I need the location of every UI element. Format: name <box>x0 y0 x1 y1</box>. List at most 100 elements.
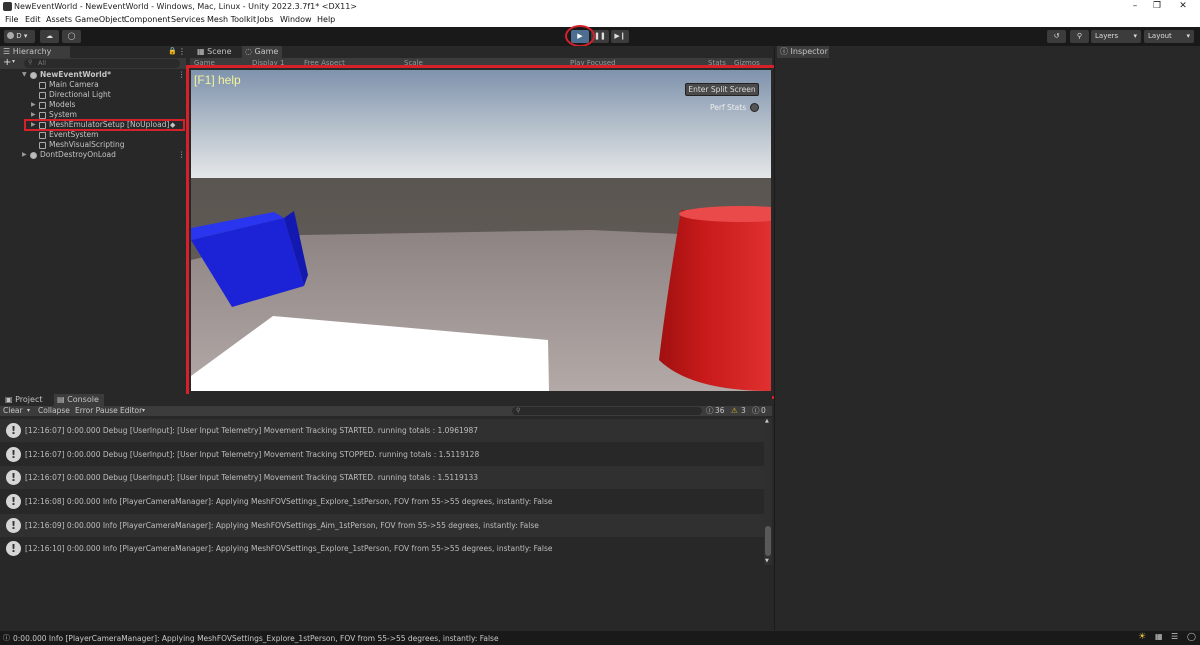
gameobject-cube-icon <box>39 91 46 99</box>
layers-label: Layers <box>1095 32 1119 40</box>
clear-button[interactable]: Clear <box>3 406 23 416</box>
menu-edit[interactable]: Edit <box>25 15 41 24</box>
gameobject-cube-icon <box>39 81 46 89</box>
console-entry[interactable]: ! [12:16:08] 0:00.000 Info [PlayerCamera… <box>0 490 764 513</box>
hierarchy-row[interactable]: Main Camera <box>0 80 186 90</box>
hierarchy-search-input[interactable]: ⚲ All <box>24 59 180 68</box>
window-title: NewEventWorld - NewEventWorld - Windows,… <box>14 2 358 11</box>
step-button[interactable]: ▶❙ <box>611 30 629 43</box>
hierarchy-row-scene[interactable]: ▶ DontDestroyOnLoad ⋮ <box>0 150 186 160</box>
error-pause-button[interactable]: Error Pause <box>75 406 118 416</box>
console-scrollbar[interactable]: ▲ ▼ <box>764 418 772 565</box>
info-count: 36 <box>715 406 725 415</box>
add-icon[interactable]: + <box>3 57 11 68</box>
info-icon: ⓘ <box>780 47 788 56</box>
gameobject-cube-icon <box>39 111 46 119</box>
history-icon[interactable]: ↺ <box>1047 30 1066 43</box>
hierarchy-row[interactable]: ▶ Models <box>0 100 186 110</box>
tab-project[interactable]: ▣ Project <box>2 394 52 406</box>
menu-mesh-toolkit[interactable]: Mesh Toolkit <box>207 15 256 24</box>
menu-help[interactable]: Help <box>317 15 335 24</box>
hierarchy-row-label: MeshVisualScripting <box>49 140 125 149</box>
folder-icon: ▣ <box>5 395 13 404</box>
console-entry[interactable]: ! [12:16:07] 0:00.000 Debug [UserInput]:… <box>0 466 764 489</box>
menu-services[interactable]: Services <box>171 15 205 24</box>
hierarchy-row-highlighted[interactable]: ▶ MeshEmulatorSetup [NoUpload] ◆ <box>0 119 186 131</box>
console-entry-text: [12:16:07] 0:00.000 Debug [UserInput]: [… <box>25 450 480 459</box>
hierarchy-row[interactable]: EventSystem <box>0 130 186 140</box>
maximize-icon[interactable]: ❐ <box>1144 0 1170 14</box>
layers-dropdown[interactable]: Layers ▾ <box>1091 30 1141 43</box>
error-icon[interactable]: ⓘ <box>752 406 760 416</box>
lock-icon[interactable]: 🔒 <box>168 47 177 55</box>
hierarchy-search-placeholder: All <box>38 59 47 67</box>
collab-icon[interactable]: ◯ <box>62 30 81 43</box>
hierarchy-row-label: DontDestroyOnLoad <box>40 150 116 159</box>
expand-arrow-icon[interactable]: ▶ <box>31 100 36 110</box>
hierarchy-search-bar: + ▾ ⚲ All <box>0 57 186 69</box>
chevron-down-icon: ▾ <box>1186 32 1190 40</box>
console-entry[interactable]: ! [12:16:10] 0:00.000 Info [PlayerCamera… <box>0 537 764 560</box>
search-icon[interactable]: ⚲ <box>1070 30 1089 43</box>
scrollbar-thumb[interactable] <box>765 526 771 556</box>
console-icon: ▤ <box>57 395 65 404</box>
hierarchy-row-scene[interactable]: ▼ NewEventWorld* ⋮ <box>0 70 186 80</box>
unity-logo-icon <box>3 2 12 11</box>
diagnostics-icon[interactable]: ▦ <box>1155 632 1163 641</box>
status-info-icon: ⓘ <box>3 634 10 642</box>
console-entry-text: [12:16:07] 0:00.000 Debug [UserInput]: [… <box>25 473 479 482</box>
menu-assets[interactable]: Assets <box>46 15 72 24</box>
console-log-list: ! [12:16:07] 0:00.000 Debug [UserInput]:… <box>0 418 764 563</box>
console-search-input[interactable]: ⚲ <box>512 407 702 415</box>
play-highlight-ring <box>565 25 595 47</box>
warning-icon[interactable]: ⚠ <box>731 406 738 416</box>
expand-arrow-icon[interactable]: ▶ <box>22 150 27 160</box>
tab-game[interactable]: ◌ Game <box>242 46 282 58</box>
layers-stack-icon[interactable]: ☰ <box>1171 632 1178 641</box>
kebab-menu-icon[interactable]: ⋮ <box>178 70 186 80</box>
inspector-panel: ⓘ Inspector <box>774 46 1200 630</box>
chevron-down-icon[interactable]: ▾ <box>12 58 15 65</box>
editor-dropdown[interactable]: Editor <box>120 406 142 416</box>
tab-inspector[interactable]: ⓘ Inspector <box>777 46 829 58</box>
tab-game-label: Game <box>254 47 279 56</box>
hierarchy-row-label: EventSystem <box>49 130 99 139</box>
lighting-icon[interactable]: ☀ <box>1138 632 1146 642</box>
account-button[interactable]: D ▾ <box>4 30 35 43</box>
menu-component[interactable]: Component <box>124 15 170 24</box>
expand-arrow-icon[interactable]: ▼ <box>22 70 27 80</box>
kebab-menu-icon[interactable]: ⋮ <box>178 150 186 160</box>
collapse-button[interactable]: Collapse <box>38 406 70 416</box>
progress-icon[interactable]: ◯ <box>1187 632 1196 641</box>
tab-console[interactable]: ▤ Console <box>54 394 104 406</box>
scroll-down-icon[interactable]: ▼ <box>765 558 769 564</box>
tab-project-label: Project <box>15 395 43 404</box>
cloud-icon[interactable]: ☁ <box>40 30 59 43</box>
game-view-highlight-box <box>186 65 777 399</box>
menu-gameobject[interactable]: GameObject <box>75 15 125 24</box>
hierarchy-row[interactable]: Directional Light <box>0 90 186 100</box>
menu-file[interactable]: File <box>5 15 18 24</box>
close-icon[interactable]: ✕ <box>1170 0 1196 14</box>
bottom-tab-strip: ▣ Project ▤ Console <box>0 394 772 406</box>
info-count-icon[interactable]: ⓘ <box>706 406 714 416</box>
kebab-menu-icon[interactable]: ⋮ <box>178 47 186 56</box>
layout-dropdown[interactable]: Layout ▾ <box>1144 30 1194 43</box>
chevron-down-icon[interactable]: ▾ <box>27 406 30 416</box>
hierarchy-row[interactable]: MeshVisualScripting <box>0 140 186 150</box>
console-entry[interactable]: ! [12:16:07] 0:00.000 Debug [UserInput]:… <box>0 419 764 442</box>
console-entry[interactable]: ! [12:16:09] 0:00.000 Info [PlayerCamera… <box>0 514 764 537</box>
menu-window[interactable]: Window <box>280 15 312 24</box>
console-entry-text: [12:16:09] 0:00.000 Info [PlayerCameraMa… <box>25 521 539 530</box>
info-icon: ! <box>6 494 21 509</box>
hierarchy-tree: ▼ NewEventWorld* ⋮ Main Camera Direction… <box>0 69 186 393</box>
menu-jobs[interactable]: Jobs <box>257 15 274 24</box>
status-message[interactable]: 0:00.000 Info [PlayerCameraManager]: App… <box>13 634 499 643</box>
error-count: 0 <box>761 406 766 415</box>
info-icon: ! <box>6 447 21 462</box>
game-panel: ▦ Scene ◌ Game Game Display 1 Free Aspec… <box>186 46 777 399</box>
scroll-up-icon[interactable]: ▲ <box>765 418 769 424</box>
console-entry[interactable]: ! [12:16:07] 0:00.000 Debug [UserInput]:… <box>0 443 764 466</box>
console-entry-text: [12:16:07] 0:00.000 Debug [UserInput]: [… <box>25 426 479 435</box>
tab-scene[interactable]: ▦ Scene <box>194 46 240 58</box>
